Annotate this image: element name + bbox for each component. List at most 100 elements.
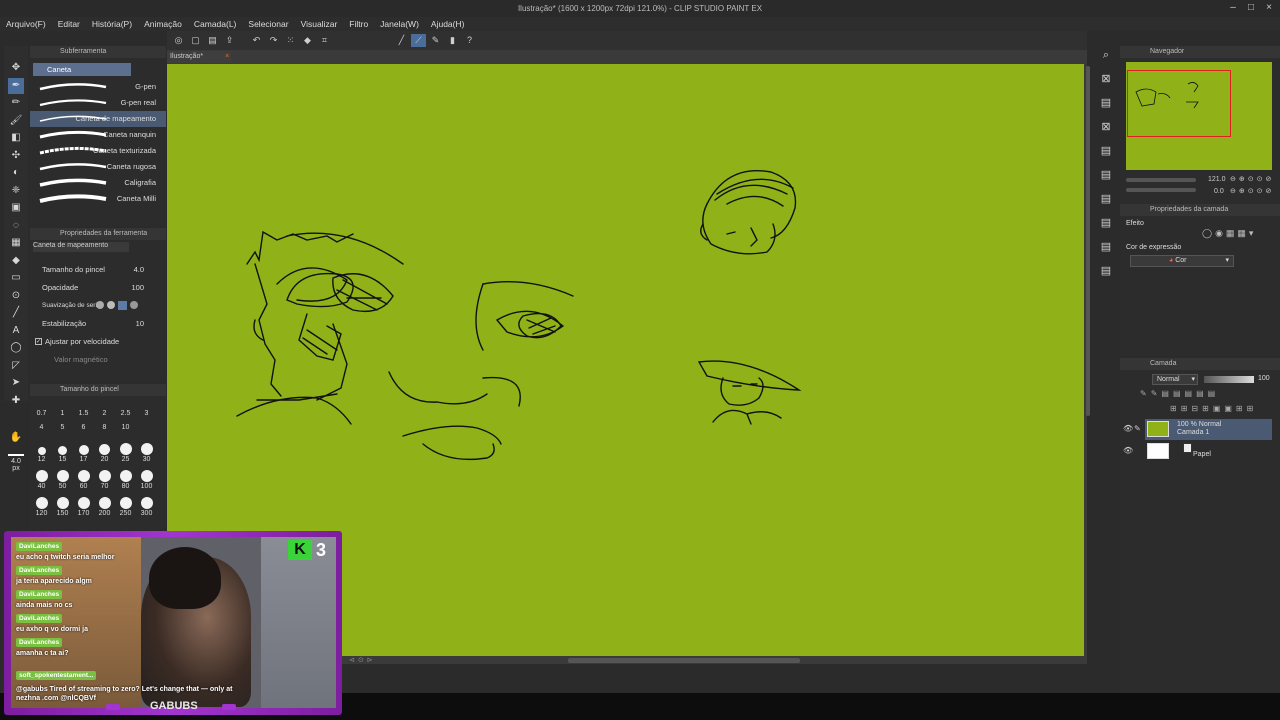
subtool-item-textured[interactable]: Caneta texturizada	[30, 143, 166, 159]
brush-size-preset[interactable]: 17	[73, 437, 94, 463]
maximize-icon[interactable]: □	[1244, 2, 1258, 14]
menu-select[interactable]: Selecionar	[248, 19, 288, 29]
brush-size-preset[interactable]: 2	[94, 410, 115, 423]
gradient-fill-icon[interactable]: ▭	[8, 270, 24, 286]
save-icon[interactable]: ⇪	[222, 34, 237, 47]
move-tool-icon[interactable]: ✚	[8, 393, 24, 409]
bucket-tool-icon[interactable]: ◆	[8, 253, 24, 269]
brush-size-preset[interactable]: 30	[136, 437, 157, 463]
subtool-item-mapping-pen[interactable]: Caneta de mapeamento	[30, 111, 166, 127]
brush-size-preset[interactable]: 150	[52, 491, 73, 517]
eraser-tool-icon[interactable]: ◧	[8, 130, 24, 146]
layer-action-icons[interactable]: ⊞⊞⊟⊞▣▣⊞⊞	[1170, 404, 1257, 413]
redo-icon[interactable]: ↷	[266, 34, 281, 47]
lasso-tool-icon[interactable]: ◌	[8, 218, 24, 234]
brush-size-preset[interactable]: 6	[73, 424, 94, 437]
stabilization-row[interactable]: Estabilização 10	[30, 314, 166, 332]
menu-layer[interactable]: Camada(L)	[194, 19, 237, 29]
brush-size-preset[interactable]: 120	[31, 491, 52, 517]
ruler-icon[interactable]: ▮	[445, 34, 460, 47]
zoom-tool-icon[interactable]: ✥	[8, 60, 24, 76]
clip-studio-icon[interactable]: ◎	[171, 34, 186, 47]
opacity-value[interactable]: 100	[131, 283, 144, 292]
gradient-tool-icon[interactable]: ▦	[8, 235, 24, 251]
line-tool-icon[interactable]: ╱	[8, 305, 24, 321]
pen-lock-icon[interactable]: ✎	[1134, 424, 1141, 433]
help-icon[interactable]: ?	[462, 34, 477, 47]
brush-size-preset[interactable]: 300	[136, 491, 157, 517]
brush-size-preset[interactable]: 4	[31, 424, 52, 437]
menu-file[interactable]: Arquivo(F)	[6, 19, 46, 29]
search-icon[interactable]: ⌕	[1097, 46, 1115, 64]
smoothing-option-icon[interactable]	[118, 300, 127, 310]
zoom-buttons-icon[interactable]: ⊖⊕⊙⊙⊘	[1230, 175, 1274, 183]
brush-size-preset[interactable]: 100	[136, 464, 157, 490]
brush-size-preset[interactable]: 170	[73, 491, 94, 517]
brush-size-preset[interactable]: 5	[52, 424, 73, 437]
material-icon[interactable]: ⊠	[1097, 70, 1115, 88]
vertical-scrollbar[interactable]	[1086, 66, 1090, 416]
fill-icon[interactable]: ◆	[300, 34, 315, 47]
layer-row-papel[interactable]: Papel	[1145, 441, 1272, 462]
menu-edit[interactable]: Editar	[58, 19, 80, 29]
brush-tool-icon[interactable]: 🖌	[8, 113, 24, 129]
panel-icon[interactable]: ▤	[1097, 262, 1115, 280]
snap-grid-icon[interactable]: ✎	[428, 34, 443, 47]
brush-size-preset[interactable]: 8	[94, 424, 115, 437]
expression-color-select[interactable]: ◕ Cor ▾	[1130, 255, 1234, 267]
brush-size-preset[interactable]: 15	[52, 437, 73, 463]
layer-property-icon[interactable]: ▤	[1097, 94, 1115, 112]
brush-size-preset[interactable]: 250	[115, 491, 136, 517]
zoom-slider[interactable]	[1126, 178, 1196, 182]
snap-special-ruler-icon[interactable]: ⟋	[411, 34, 426, 47]
new-file-icon[interactable]: ▢	[188, 34, 203, 47]
speed-checkbox[interactable]: ✓	[35, 337, 42, 345]
menu-animation[interactable]: Animação	[144, 19, 182, 29]
fill-tool-icon[interactable]: ▣	[8, 200, 24, 216]
smoothing-option-icon[interactable]	[107, 300, 115, 309]
eyedropper-tool-icon[interactable]: ⊙	[8, 288, 24, 304]
airbrush-tool-icon[interactable]: ❈	[8, 183, 24, 199]
subtool-group-tab[interactable]: Caneta	[33, 63, 131, 76]
brush-size-preset[interactable]: 12	[31, 437, 52, 463]
brush-size-preset[interactable]: 80	[115, 464, 136, 490]
brush-size-preset[interactable]: 60	[73, 464, 94, 490]
effect-icons[interactable]: ◯◉▦▦▾	[1202, 228, 1256, 239]
brush-size-preset[interactable]: 70	[94, 464, 115, 490]
text-tool-icon[interactable]: A	[8, 323, 24, 339]
blend-mode-select[interactable]: Normal ▾	[1152, 374, 1198, 385]
subtool-item-rough[interactable]: Caneta rugosa	[30, 159, 166, 175]
tab-close-icon[interactable]: ×	[225, 53, 229, 60]
navigator-view-frame[interactable]	[1127, 70, 1231, 137]
brush-size-preset[interactable]: 200	[94, 491, 115, 517]
menu-filter[interactable]: Filtro	[349, 19, 368, 29]
pencil-tool-icon[interactable]: ✏	[8, 95, 24, 111]
brush-size-preset[interactable]: 40	[31, 464, 52, 490]
subtool-item-calligraphy[interactable]: Caligrafia	[30, 175, 166, 191]
menu-history[interactable]: História(P)	[92, 19, 132, 29]
smoothing-option-icon[interactable]	[130, 300, 138, 309]
canvas-nav-icons[interactable]: ⊲⊙⊳	[349, 656, 376, 664]
blend-tool-icon[interactable]: ◐	[8, 165, 24, 181]
brush-size-preset[interactable]: 20	[94, 437, 115, 463]
menu-view[interactable]: Visualizar	[301, 19, 338, 29]
brush-size-preset[interactable]: 1	[52, 410, 73, 423]
smoothing-options[interactable]	[96, 300, 138, 310]
subtool-item-milli[interactable]: Caneta Milli	[30, 191, 166, 207]
brush-size-preset[interactable]: 0.7	[31, 410, 52, 423]
layer-opacity-value[interactable]: 100	[1258, 375, 1270, 382]
eye-icon[interactable]: 👁	[1123, 446, 1133, 455]
undo-icon[interactable]: ↶	[249, 34, 264, 47]
minimize-icon[interactable]: –	[1226, 2, 1240, 14]
menu-help[interactable]: Ajuda(H)	[431, 19, 465, 29]
decoration-tool-icon[interactable]: ✣	[8, 148, 24, 164]
rotate-buttons-icon[interactable]: ⊖⊕⊙⊙⊘	[1230, 187, 1274, 195]
speed-row[interactable]: ✓ Ajustar por velocidade	[30, 332, 166, 350]
subtool-item-gpen[interactable]: G-pen	[30, 79, 166, 95]
rotate-slider[interactable]	[1126, 188, 1196, 192]
horizontal-scrollbar[interactable]	[568, 658, 800, 663]
frame-tool-icon[interactable]: ◸	[8, 358, 24, 374]
shape-tool-icon[interactable]: ◯	[8, 340, 24, 356]
subtool-item-nanquin[interactable]: Caneta nanquin	[30, 127, 166, 143]
opacity-row[interactable]: Opacidade 100	[30, 278, 166, 296]
